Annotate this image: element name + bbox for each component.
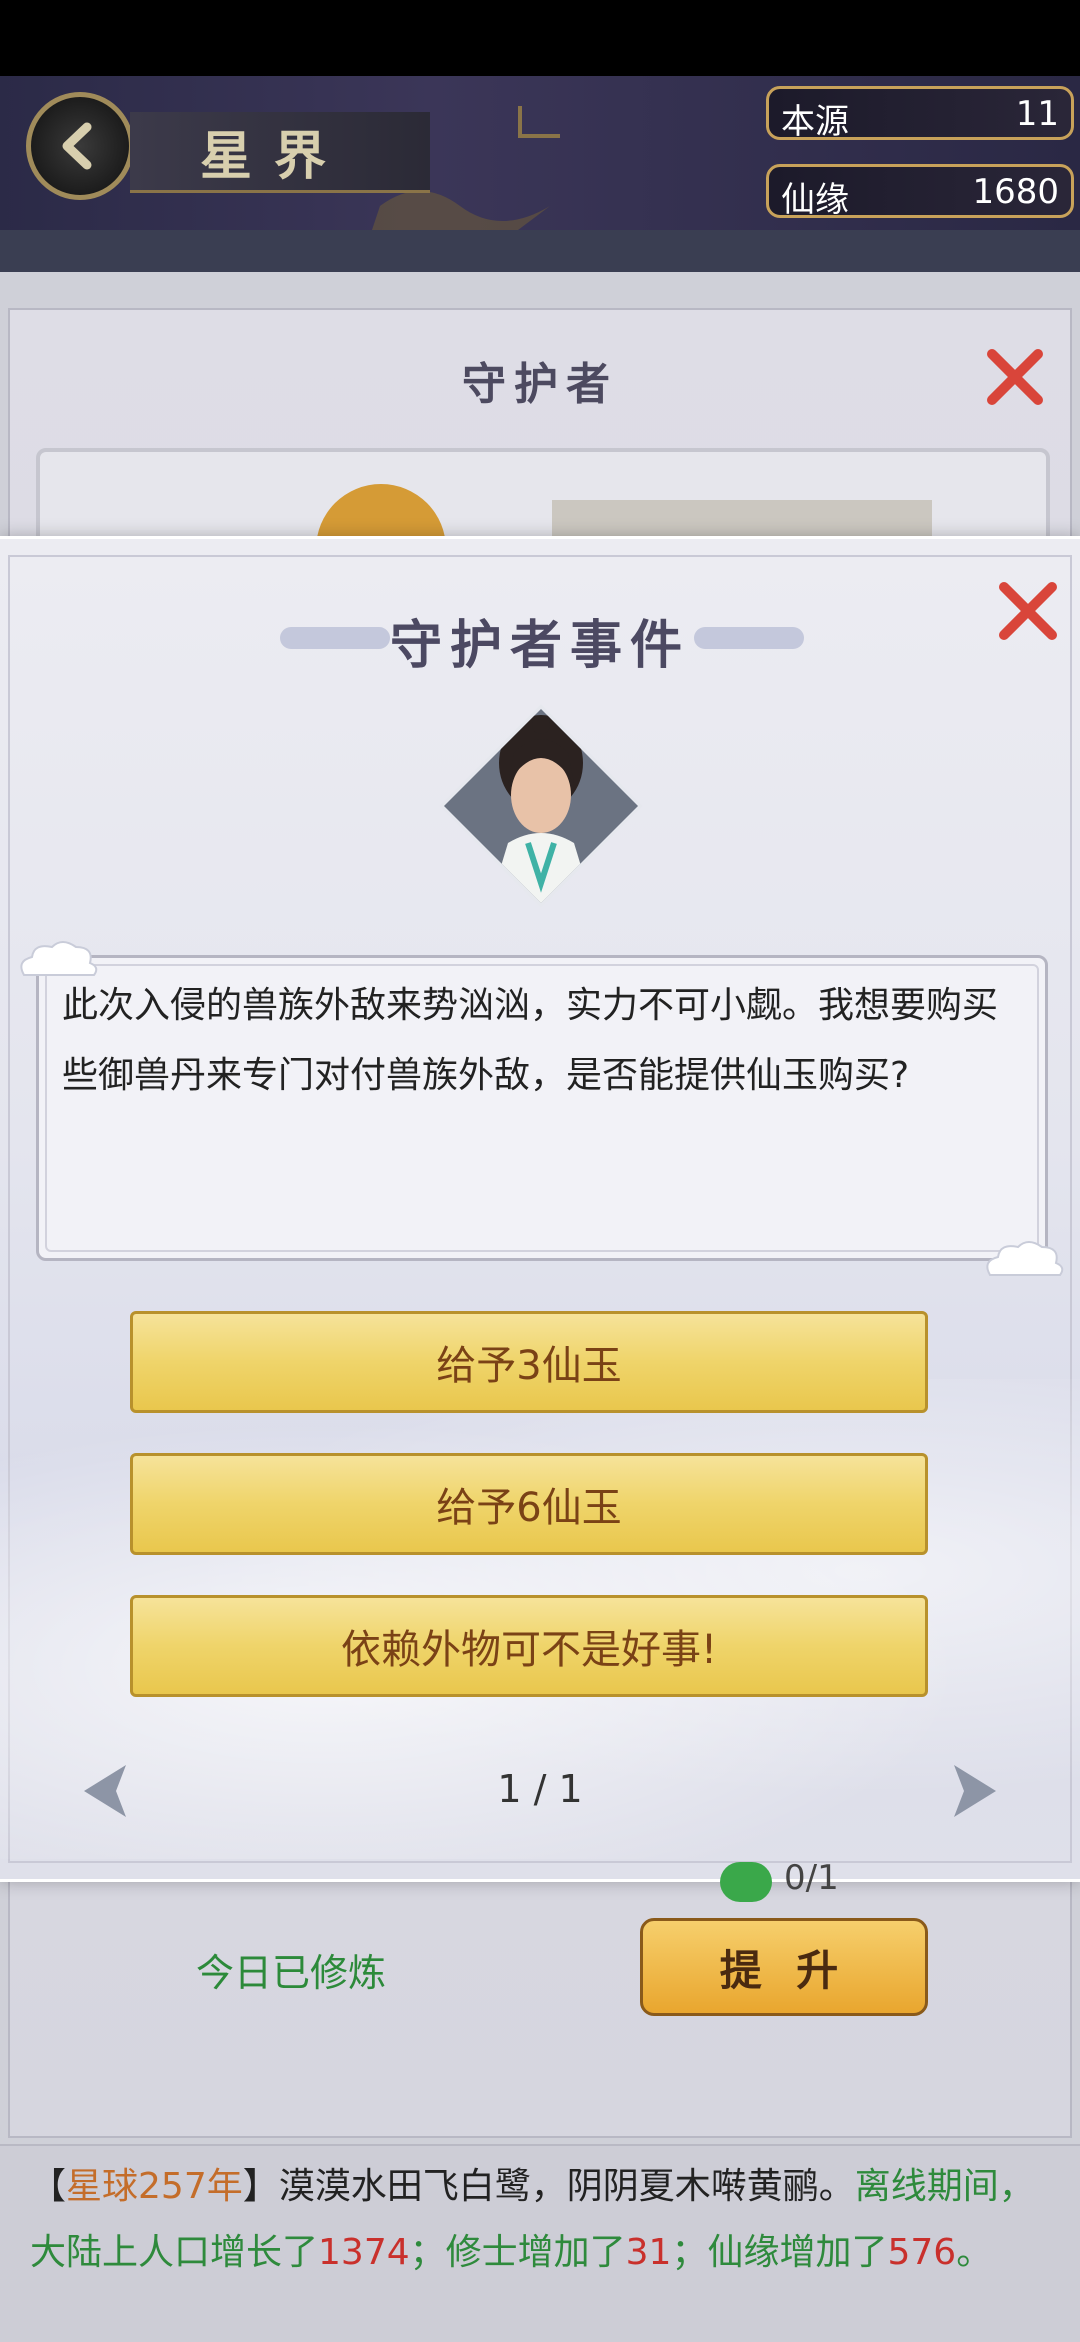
resource-benyuan: 本源 11: [766, 86, 1074, 142]
log-population: 1374: [318, 2232, 410, 2273]
modal-title: 守护者事件: [389, 615, 690, 676]
guardian-close-icon[interactable]: [984, 346, 1046, 408]
page-title: 星界: [200, 126, 349, 187]
log-poem: 漠漠水田飞白鹭，阴阴夏木啭黄鹂。: [278, 2166, 855, 2207]
guardian-event-modal: 守护者事件 此次入侵的兽族外敌来势汹汹，实力不可小觑。我想要购买些御兽丹来专门对…: [0, 536, 1080, 1882]
log-year: 星球257年: [66, 2166, 243, 2207]
upgrade-button[interactable]: 提 升: [640, 1918, 928, 2016]
log-text: 。: [956, 2232, 993, 2273]
progress-count: 0/1: [784, 1858, 839, 1898]
log-bracket: 】: [242, 2166, 279, 2207]
choice-button-give-3[interactable]: 给予3仙玉: [130, 1311, 928, 1413]
dialog-text: 此次入侵的兽族外敌来势汹汹，实力不可小觑。我想要购买些御兽丹来专门对付兽族外敌，…: [62, 985, 999, 1096]
page-indicator: 1 / 1: [497, 1767, 583, 1811]
log-xianyuan: 576: [887, 2232, 957, 2273]
resource-value: 11: [1015, 94, 1059, 134]
cloud-ornament-icon: [20, 941, 98, 976]
guardian-panel-title: 守护者: [462, 359, 618, 410]
resource-xianyuan: 仙缘 1680: [766, 164, 1074, 220]
log-bracket: 【: [30, 2166, 67, 2207]
back-arrow-icon: [62, 122, 92, 170]
next-page-icon[interactable]: [944, 1759, 1004, 1823]
event-log-text: 【星球257年】漠漠水田飞白鹭，阴阴夏木啭黄鹂。离线期间，大陆上人口增长了137…: [30, 2154, 1060, 2286]
log-cultivators: 31: [625, 2232, 672, 2273]
choice-button-refuse[interactable]: 依赖外物可不是好事!: [130, 1595, 928, 1697]
log-text: ；修士增加了: [409, 2232, 626, 2273]
guardian-portrait: [439, 704, 643, 908]
resource-value: 1680: [972, 172, 1059, 212]
close-icon[interactable]: [996, 579, 1060, 643]
log-text: ；仙缘增加了: [671, 2232, 888, 2273]
resource-label: 仙缘: [781, 180, 849, 220]
status-bar: [0, 0, 1080, 76]
jade-icon: [720, 1862, 772, 1902]
header-band: [0, 230, 1080, 272]
trained-today-label: 今日已修炼: [196, 1951, 387, 1995]
resource-label: 本源: [781, 102, 849, 142]
choice-button-give-6[interactable]: 给予6仙玉: [130, 1453, 928, 1555]
back-button[interactable]: [26, 92, 134, 200]
cloud-ornament-icon: [986, 1241, 1064, 1276]
